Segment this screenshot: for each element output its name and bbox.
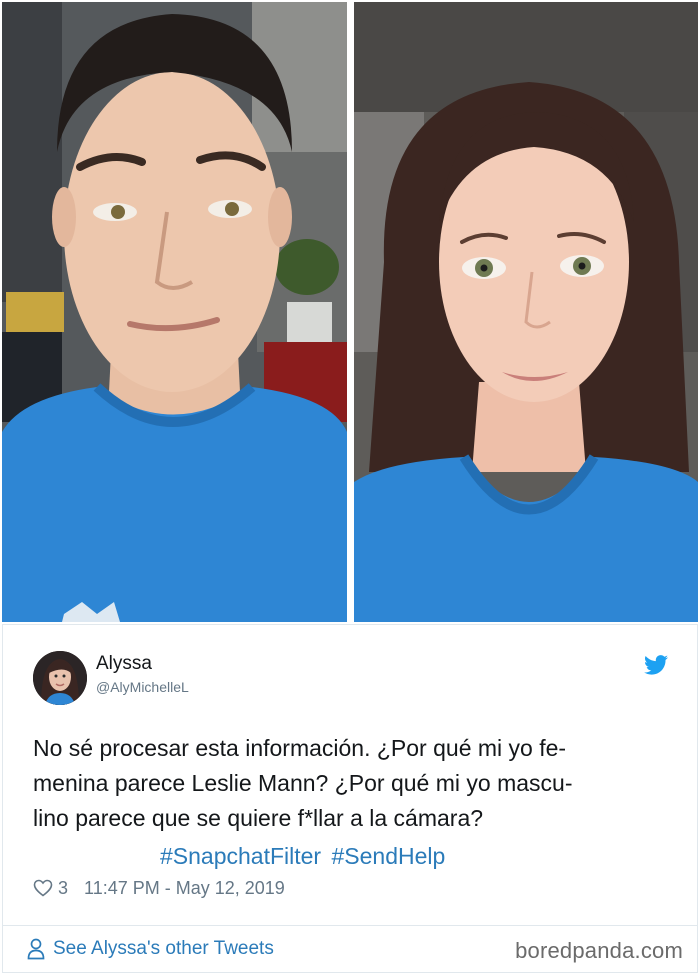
- like-count: 3: [58, 877, 69, 898]
- tweet-text: No sé procesar esta información. ¿Por qu…: [33, 731, 683, 836]
- male-face-illustration: [2, 2, 347, 622]
- tweet-text-line: No sé procesar esta información. ¿Por qu…: [33, 735, 567, 761]
- photo-male-version: [2, 2, 347, 622]
- tweet-body: Alyssa @AlyMichelleL No sé procesar esta…: [3, 625, 697, 925]
- female-face-illustration: [354, 2, 698, 622]
- tweet-text-line: menina parece Leslie Mann? ¿Por qué mi y…: [33, 770, 573, 796]
- hashtag-link[interactable]: #SnapchatFilter: [160, 843, 321, 869]
- tweet-meta: 3 11:47 PM - May 12, 2019: [33, 876, 285, 900]
- card-footer: See Alyssa's other Tweets boredpanda.com: [3, 925, 697, 973]
- photo-collage: [0, 0, 700, 624]
- tweet-text-line: lino parece que se quiere f*llar a la cá…: [33, 805, 484, 831]
- tweet-timestamp[interactable]: 11:47 PM - May 12, 2019: [84, 878, 285, 899]
- photo-female-version: [354, 2, 698, 622]
- watermark: boredpanda.com: [515, 938, 683, 963]
- person-icon: [27, 938, 45, 960]
- hashtags: #SnapchatFilter #SendHelp: [160, 839, 449, 874]
- see-other-tweets-link[interactable]: See Alyssa's other Tweets: [27, 938, 274, 960]
- avatar[interactable]: [33, 651, 87, 705]
- user-handle[interactable]: @AlyMichelleL: [96, 679, 189, 695]
- avatar-image: [33, 651, 87, 705]
- user-name[interactable]: Alyssa: [96, 653, 152, 675]
- hashtag-link[interactable]: #SendHelp: [331, 843, 445, 869]
- heart-icon[interactable]: [33, 879, 53, 897]
- twitter-bird-icon[interactable]: [644, 655, 668, 675]
- tweet-card: Alyssa @AlyMichelleL No sé procesar esta…: [2, 624, 698, 973]
- see-other-tweets-label: See Alyssa's other Tweets: [53, 938, 274, 959]
